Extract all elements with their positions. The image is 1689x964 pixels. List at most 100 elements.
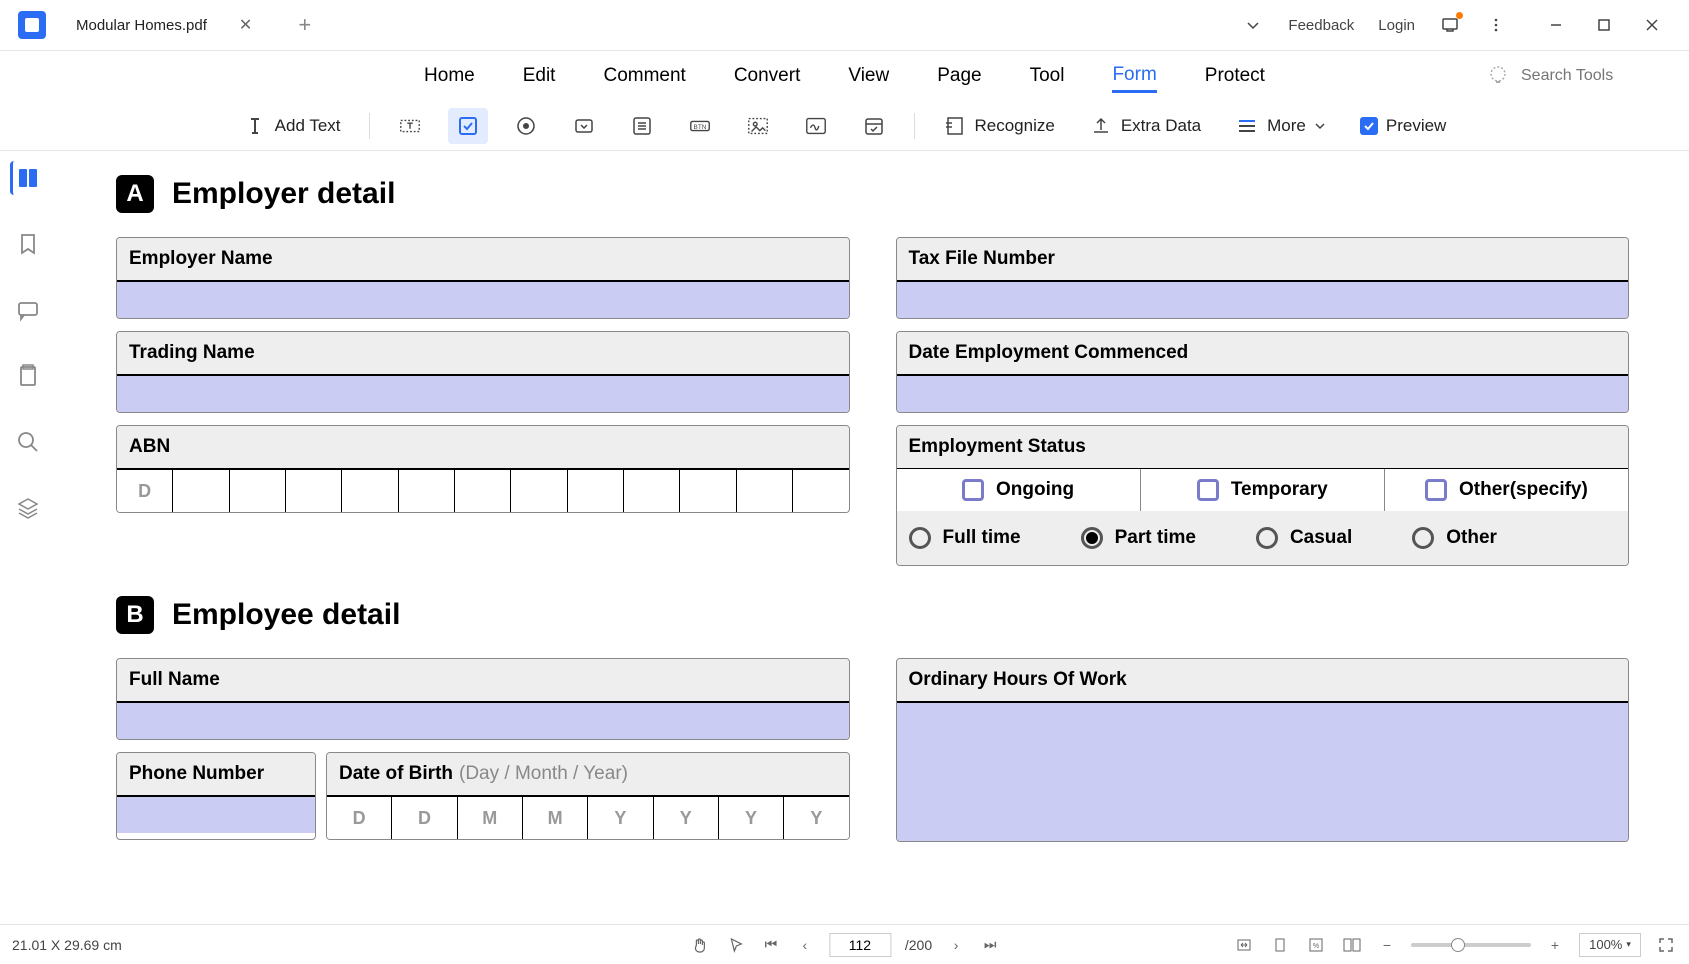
status-other[interactable]: Other(specify) <box>1385 469 1628 511</box>
add-text-button[interactable]: Add Text <box>235 108 349 144</box>
trading-name-input[interactable] <box>117 374 849 412</box>
menu-home[interactable]: Home <box>424 61 475 91</box>
recognize-icon <box>943 114 967 138</box>
radio-casual[interactable]: Casual <box>1256 527 1352 549</box>
hours-label: Ordinary Hours Of Work <box>897 659 1629 701</box>
select-tool-icon[interactable] <box>725 934 747 956</box>
dropdown-tool[interactable] <box>564 108 604 144</box>
add-tab-icon[interactable]: + <box>298 12 311 38</box>
close-tab-icon[interactable]: ✕ <box>239 15 252 35</box>
two-page-view-icon[interactable] <box>1341 934 1363 956</box>
abn-digit[interactable] <box>624 470 680 512</box>
prev-page-button[interactable]: ‹ <box>795 937 815 953</box>
abn-digit[interactable] <box>173 470 229 512</box>
date-field-tool[interactable] <box>854 108 894 144</box>
more-button[interactable]: More <box>1227 108 1334 144</box>
hand-tool-icon[interactable] <box>689 934 711 956</box>
abn-digit[interactable]: D <box>117 470 173 512</box>
status-ongoing[interactable]: Ongoing <box>897 469 1141 511</box>
preview-toggle[interactable]: Preview <box>1352 108 1454 144</box>
full-name-input[interactable] <box>117 701 849 739</box>
abn-digit[interactable] <box>737 470 793 512</box>
maximize-button[interactable] <box>1589 10 1619 40</box>
zoom-out-button[interactable]: − <box>1377 937 1397 953</box>
text-field-tool[interactable] <box>390 108 430 144</box>
menu-edit[interactable]: Edit <box>523 61 556 91</box>
dropdown-chevron-icon[interactable] <box>1242 14 1264 36</box>
recognize-button[interactable]: Recognize <box>935 108 1063 144</box>
zoom-slider[interactable] <box>1411 943 1531 947</box>
radio-checked-icon <box>1081 527 1103 549</box>
layers-panel-button[interactable] <box>11 491 45 525</box>
status-temporary[interactable]: Temporary <box>1141 469 1385 511</box>
zoom-in-button[interactable]: + <box>1545 937 1565 953</box>
next-page-button[interactable]: › <box>946 937 966 953</box>
comments-panel-button[interactable] <box>11 293 45 327</box>
page-number-input[interactable] <box>829 933 891 957</box>
menu-protect[interactable]: Protect <box>1205 61 1265 91</box>
extra-data-button[interactable]: Extra Data <box>1081 108 1209 144</box>
list-tool[interactable] <box>622 108 662 144</box>
dob-digit[interactable]: Y <box>784 797 848 839</box>
abn-digit[interactable] <box>680 470 736 512</box>
bookmarks-panel-button[interactable] <box>11 227 45 261</box>
feedback-link[interactable]: Feedback <box>1288 17 1354 34</box>
dob-field: Date of Birth(Day / Month / Year) D D M … <box>326 752 850 840</box>
phone-input[interactable] <box>117 795 315 833</box>
menu-convert[interactable]: Convert <box>734 61 801 91</box>
employer-name-input[interactable] <box>117 280 849 318</box>
tax-file-input[interactable] <box>897 280 1629 318</box>
login-link[interactable]: Login <box>1378 17 1415 34</box>
abn-digit[interactable] <box>511 470 567 512</box>
search-panel-button[interactable] <box>11 425 45 459</box>
abn-digit[interactable] <box>793 470 848 512</box>
thumbnails-panel-button[interactable] <box>10 161 44 195</box>
zoom-percent-icon[interactable]: % <box>1305 934 1327 956</box>
document-tab[interactable]: Modular Homes.pdf ✕ <box>58 5 270 45</box>
menu-form[interactable]: Form <box>1112 60 1156 93</box>
fit-width-icon[interactable] <box>1233 934 1255 956</box>
dob-digit[interactable]: D <box>327 797 392 839</box>
abn-digit[interactable] <box>286 470 342 512</box>
abn-digit[interactable] <box>230 470 286 512</box>
app-logo[interactable] <box>18 11 46 39</box>
abn-digit[interactable] <box>342 470 398 512</box>
close-window-button[interactable] <box>1637 10 1667 40</box>
menu-view[interactable]: View <box>848 61 889 91</box>
attachments-panel-button[interactable] <box>11 359 45 393</box>
radio-other[interactable]: Other <box>1412 527 1497 549</box>
dob-digit[interactable]: M <box>458 797 523 839</box>
checkbox-tool[interactable] <box>448 108 488 144</box>
button-tool[interactable]: BTN <box>680 108 720 144</box>
radio-full-time[interactable]: Full time <box>909 527 1021 549</box>
abn-digit[interactable] <box>399 470 455 512</box>
dob-digit[interactable]: Y <box>719 797 784 839</box>
menu-tool[interactable]: Tool <box>1030 61 1065 91</box>
dob-digit[interactable]: Y <box>588 797 653 839</box>
radio-part-time[interactable]: Part time <box>1081 527 1196 549</box>
fit-page-icon[interactable] <box>1269 934 1291 956</box>
minimize-button[interactable] <box>1541 10 1571 40</box>
image-field-tool[interactable] <box>738 108 778 144</box>
last-page-button[interactable]: ⏭ <box>980 936 1000 953</box>
dob-digit[interactable]: D <box>392 797 457 839</box>
abn-digit[interactable] <box>455 470 511 512</box>
hours-input[interactable] <box>897 701 1629 841</box>
menu-comment[interactable]: Comment <box>603 61 685 91</box>
first-page-button[interactable]: ⏮ <box>761 936 781 953</box>
abn-digit[interactable] <box>568 470 624 512</box>
menu-page[interactable]: Page <box>937 61 981 91</box>
notification-icon[interactable] <box>1439 14 1461 36</box>
radio-tool[interactable] <box>506 108 546 144</box>
zoom-select[interactable]: 100%▾ <box>1579 933 1641 957</box>
dob-digit[interactable]: M <box>523 797 588 839</box>
search-tools-input[interactable] <box>1521 67 1661 85</box>
list-icon <box>630 114 654 138</box>
checkbox-icon <box>1197 479 1219 501</box>
signature-tool[interactable] <box>796 108 836 144</box>
kebab-menu-icon[interactable] <box>1485 14 1507 36</box>
dob-digit[interactable]: Y <box>654 797 719 839</box>
fullscreen-icon[interactable] <box>1655 934 1677 956</box>
date-commenced-input[interactable] <box>897 374 1629 412</box>
document-viewport[interactable]: A Employer detail Employer Name Tax File… <box>56 151 1689 924</box>
